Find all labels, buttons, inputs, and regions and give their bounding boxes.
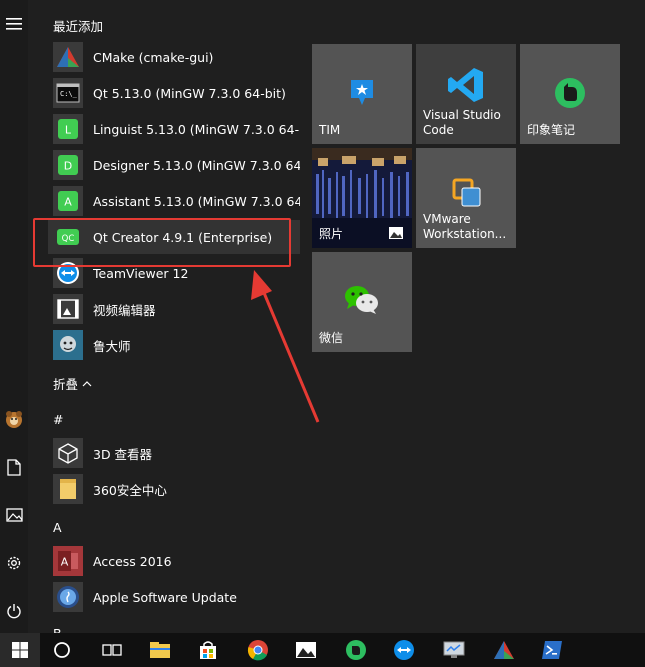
store-icon[interactable]	[188, 633, 228, 667]
teamviewer-taskbar-icon[interactable]	[384, 633, 424, 667]
search-cortana-icon[interactable]	[42, 633, 82, 667]
evernote-taskbar-icon[interactable]	[336, 633, 376, 667]
windows-start-icon[interactable]	[0, 633, 40, 667]
annotation-arrow	[251, 270, 320, 423]
file-explorer-icon[interactable]	[140, 633, 180, 667]
monitor-taskbar-icon[interactable]	[434, 633, 474, 667]
photos-taskbar-icon[interactable]	[286, 633, 326, 667]
taskbar	[0, 633, 645, 667]
powershell-icon[interactable]	[532, 633, 572, 667]
cmake-taskbar-icon[interactable]	[484, 633, 524, 667]
chrome-icon[interactable]	[238, 633, 278, 667]
task-view-icon[interactable]	[92, 633, 132, 667]
